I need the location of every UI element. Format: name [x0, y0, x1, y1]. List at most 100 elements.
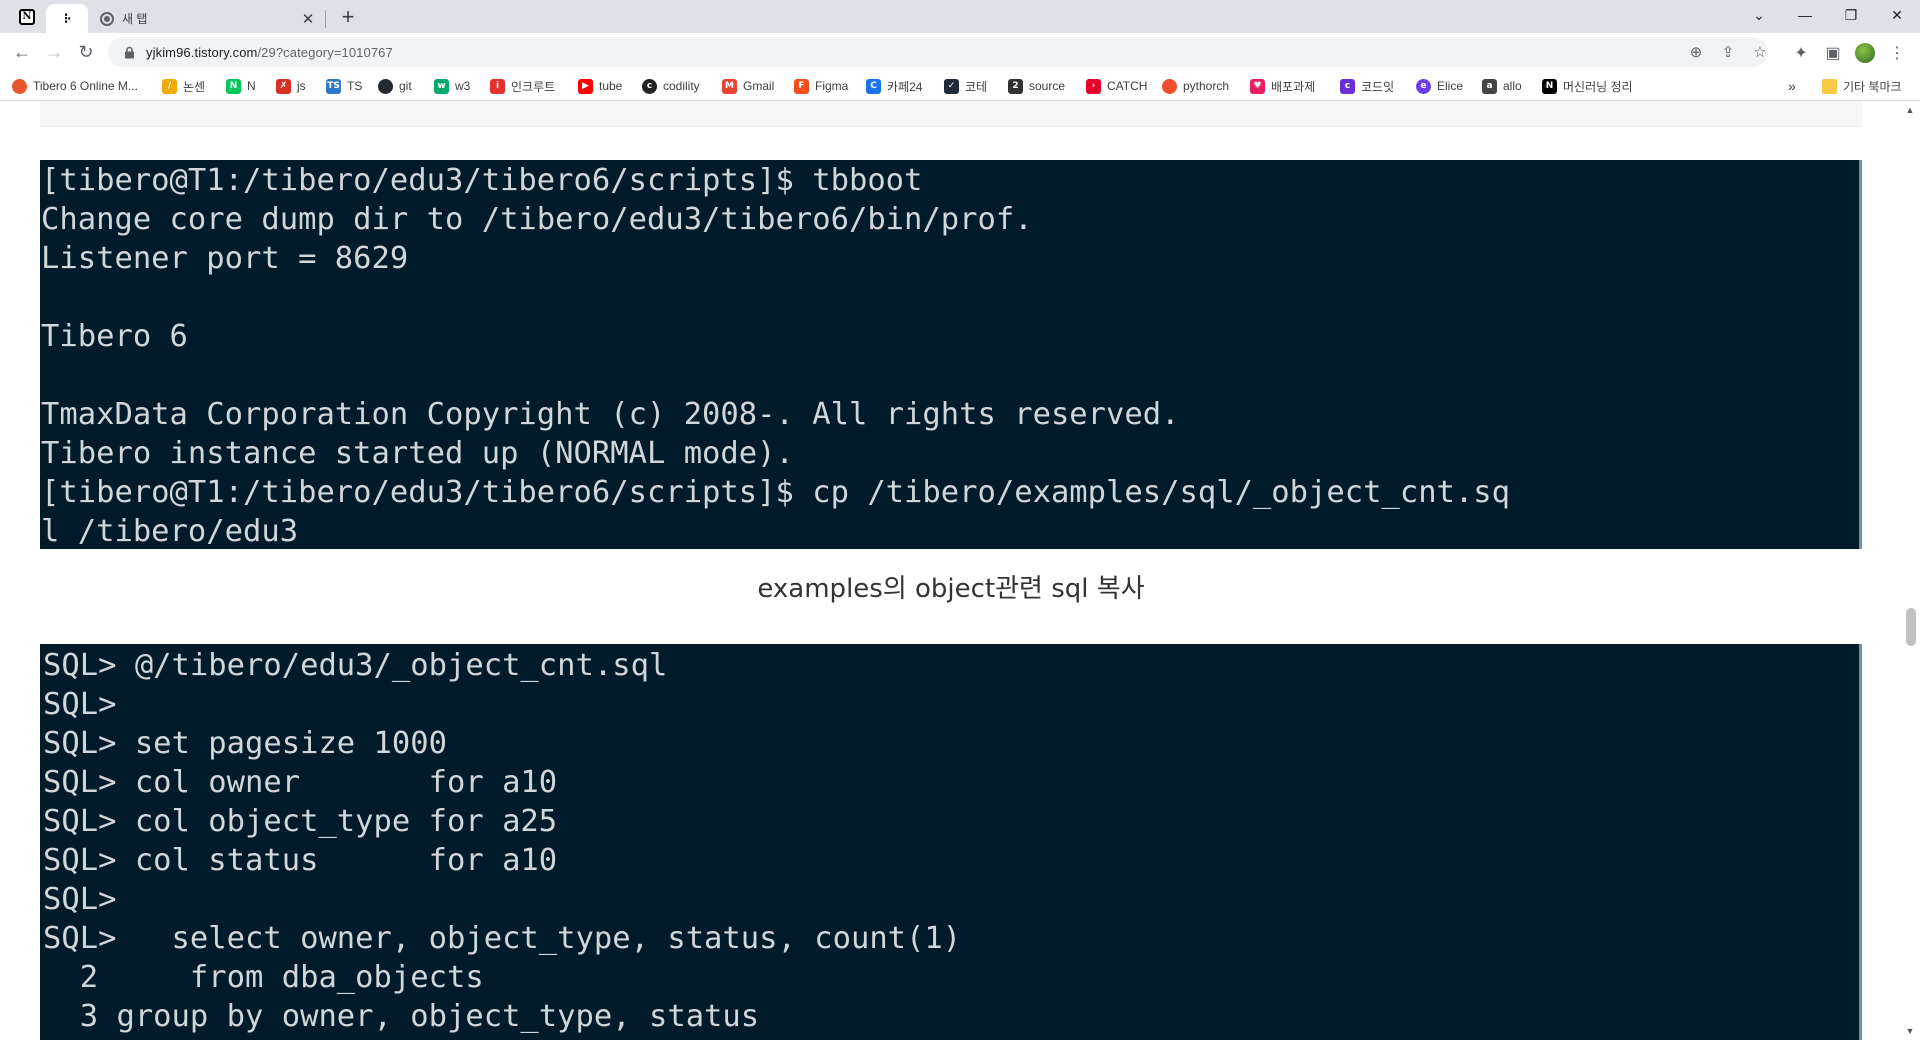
bookmark-label: codility	[663, 79, 700, 93]
tab-tistory[interactable]: ⁝∙	[46, 4, 88, 33]
bookmark-item[interactable]: c codility	[642, 76, 700, 96]
bookmark-item[interactable]: ♥ 배포과제	[1250, 76, 1315, 96]
menu-icon[interactable]: ⋮	[1886, 42, 1908, 64]
url-text: yjkim96.tistory.com/29?category=1010767	[146, 45, 393, 60]
tab-strip: N ⁝∙ 새 탭 ✕ + ⌄ — ❐ ✕	[0, 0, 1920, 33]
bookmark-favicon-icon: C	[866, 78, 881, 94]
page-scrollbar[interactable]: ▲ ▼	[1900, 101, 1920, 1040]
bookmark-item[interactable]: e Elice	[1416, 76, 1463, 96]
bookmark-label: 머신러닝 정리	[1563, 79, 1633, 94]
bookmarks-overflow-button[interactable]: »	[1788, 76, 1796, 96]
bookmark-item[interactable]: 2 source	[1008, 76, 1065, 96]
tab-notion[interactable]: N	[8, 0, 46, 33]
bookmark-favicon-icon: c	[1340, 78, 1355, 94]
terminal-line: Change core dump dir to /tibero/edu3/tib…	[41, 202, 1033, 237]
bookmark-item[interactable]: F Figma	[794, 76, 848, 96]
bookmark-label: w3	[455, 79, 471, 93]
bookmark-item[interactable]: w w3	[434, 76, 470, 96]
github-icon	[378, 78, 393, 94]
bookmark-item[interactable]: c 코드잇	[1340, 76, 1394, 96]
bookmark-item[interactable]: N 머신러닝 정리	[1542, 76, 1633, 96]
bookmark-item[interactable]: / 논센	[162, 76, 205, 96]
scroll-down-arrow-icon[interactable]: ▼	[1905, 1026, 1915, 1036]
bookmark-favicon-icon: ✓	[944, 78, 959, 94]
bookmark-item[interactable]: › CATCH	[1086, 76, 1147, 96]
pytorch-icon	[1162, 78, 1177, 94]
bookmark-item[interactable]: i 인크루트	[490, 76, 555, 96]
terminal-line: SQL>	[43, 687, 117, 722]
gmail-icon: M	[722, 78, 737, 94]
bookmark-item[interactable]: Tibero 6 Online M...	[12, 76, 138, 96]
forward-button[interactable]: →	[40, 38, 68, 66]
bookmark-item[interactable]: ✓ 코테	[944, 76, 987, 96]
bookmark-item[interactable]: pythorch	[1162, 76, 1229, 96]
tab-new-tab[interactable]: 새 탭 ✕	[88, 4, 324, 33]
url-host: yjkim96.tistory.com	[146, 44, 258, 60]
share-icon[interactable]: ⇪	[1718, 42, 1738, 62]
bookmark-label: js	[297, 79, 306, 93]
bookmark-favicon-icon: e	[1416, 78, 1431, 94]
bookmark-label: Gmail	[743, 79, 775, 93]
bookmark-label: N	[247, 79, 256, 93]
browser-toolbar: ← → ↻ yjkim96.tistory.com/29?category=10…	[0, 33, 1920, 71]
bookmark-favicon-icon: w	[434, 78, 449, 94]
bookmark-item[interactable]: git	[378, 76, 412, 96]
terminal-line: SQL> set pagesize 1000	[43, 726, 447, 761]
terminal-line: SQL> col object_type for a25	[43, 804, 558, 839]
bookmark-item[interactable]: ✗ js	[276, 76, 306, 96]
tab-title: 새 탭	[122, 12, 148, 26]
bookmark-star-icon[interactable]: ☆	[1750, 42, 1770, 62]
bookmark-favicon-icon: N	[226, 78, 241, 94]
terminal-line: Listener port = 8629	[41, 241, 409, 276]
reload-button[interactable]: ↻	[72, 38, 100, 66]
address-bar[interactable]: yjkim96.tistory.com/29?category=1010767 …	[108, 37, 1768, 67]
terminal-line: SQL> col status for a10	[43, 843, 558, 878]
notion-icon: N	[19, 8, 35, 25]
bookmark-item[interactable]: C 카페24	[866, 76, 922, 96]
bookmark-item[interactable]: M Gmail	[722, 76, 774, 96]
tab-search-icon[interactable]: ⌄	[1736, 0, 1782, 30]
chrome-icon	[100, 11, 114, 26]
bookmark-label: Figma	[815, 79, 849, 93]
minimize-button[interactable]: —	[1782, 0, 1828, 30]
terminal-line: 2 from dba_objects	[43, 960, 484, 995]
bookmark-favicon-icon: TS	[326, 78, 341, 94]
zoom-icon[interactable]: ⊕	[1686, 42, 1706, 62]
bookmark-label: allo	[1503, 79, 1522, 93]
other-bookmarks-folder[interactable]: 기타 북마크	[1822, 76, 1902, 96]
bookmark-label: tube	[599, 79, 623, 93]
extensions-icon[interactable]: ✦	[1790, 42, 1812, 64]
bookmark-item[interactable]: NN	[226, 76, 256, 96]
page-content: [tibero@T1:/tibero/edu3/tibero6/scripts]…	[0, 101, 1900, 1040]
back-button[interactable]: ←	[8, 38, 36, 66]
close-tab-icon[interactable]: ✕	[298, 9, 318, 29]
close-window-button[interactable]: ✕	[1874, 0, 1920, 30]
side-panel-icon[interactable]: ▣	[1822, 42, 1844, 64]
bookmarks-bar: Tibero 6 Online M... / 논센 NN ✗ js TS TS git…	[0, 71, 1920, 101]
bookmark-item[interactable]: TS TS	[326, 76, 362, 96]
lock-icon[interactable]	[122, 45, 136, 59]
terminal-line: SQL>	[43, 882, 117, 917]
new-tab-button[interactable]: +	[334, 4, 362, 29]
scroll-up-arrow-icon[interactable]: ▲	[1905, 105, 1915, 115]
terminal-line: TmaxData Corporation Copyright (c) 2008-…	[41, 397, 1180, 432]
bookmark-label: Elice	[1437, 79, 1464, 93]
bookmark-item[interactable]: a allo	[1482, 76, 1522, 96]
tab-separator	[325, 10, 326, 28]
terminal-screenshot-tbboot: [tibero@T1:/tibero/edu3/tibero6/scripts]…	[40, 160, 1862, 549]
bookmark-label: 배포과제	[1271, 79, 1316, 94]
terminal-line: SQL> col owner for a10	[43, 765, 558, 800]
restore-button[interactable]: ❐	[1828, 0, 1874, 30]
image-border	[1859, 160, 1862, 549]
notion-icon: N	[1542, 78, 1557, 94]
tistory-icon: ⁝∙	[63, 10, 71, 26]
bookmark-favicon-icon: ›	[1086, 78, 1101, 94]
terminal-line: SQL> select owner, object_type, status, …	[43, 921, 962, 956]
bookmark-favicon-icon: ✗	[276, 78, 291, 94]
profile-avatar[interactable]	[1854, 42, 1876, 64]
scrollbar-thumb[interactable]	[1906, 608, 1916, 646]
bookmark-item[interactable]: ▶ tube	[578, 76, 622, 96]
bookmark-label: 인크루트	[511, 79, 556, 94]
bookmark-label: 카페24	[887, 79, 923, 94]
